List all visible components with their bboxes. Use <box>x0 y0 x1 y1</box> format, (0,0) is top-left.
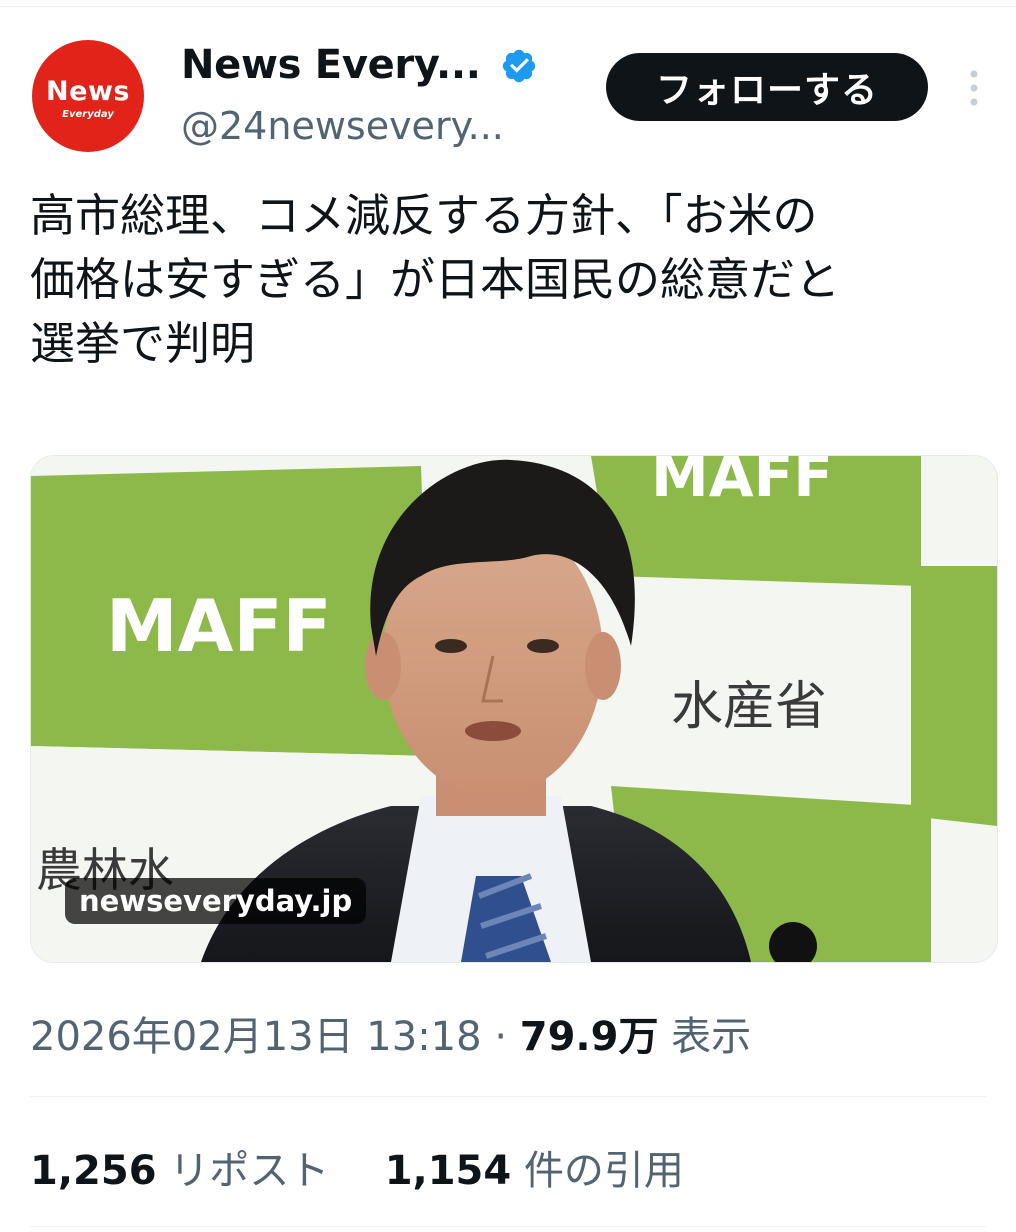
divider <box>30 1226 986 1227</box>
reposts-count: 1,256 <box>30 1148 157 1194</box>
media-image[interactable]: MAFF 水産省 農林水 MAFF newseveryday.jp <box>30 455 998 963</box>
more-options-icon[interactable] <box>962 66 986 110</box>
avatar-logo-subtext: Everyday <box>62 108 114 120</box>
author-avatar[interactable]: News Everyday <box>32 40 144 152</box>
meta-separator: · <box>494 1014 508 1060</box>
reposts-stat[interactable]: 1,256 リポスト <box>30 1148 342 1194</box>
follow-button[interactable]: フォローする <box>606 53 928 121</box>
author-handle[interactable]: @24newsevery... <box>181 104 504 148</box>
tweet-text-line: 高市総理、コメ減反する方針、「お米の <box>30 189 818 242</box>
top-divider <box>0 6 1016 7</box>
avatar-logo-text: News <box>46 75 130 107</box>
quotes-stat[interactable]: 1,154 件の引用 <box>385 1148 684 1194</box>
tweet-text-line: 価格は安すぎる」が日本国民の総意だと <box>30 253 841 306</box>
tweet-stats: 1,256 リポスト 1,154 件の引用 <box>30 1138 684 1196</box>
tweet-meta: 2026年02月13日 13:18 · 79.9万 表示 <box>30 1004 751 1062</box>
tweet-text-line: 選挙で判明 <box>30 317 256 370</box>
reposts-label: リポスト <box>169 1148 330 1194</box>
backdrop-ministry-fragment: 水産省 <box>671 677 827 737</box>
backdrop-logo-top: MAFF <box>651 456 833 510</box>
views-count: 79.9万 <box>519 1014 659 1060</box>
backdrop-logo: MAFF <box>106 584 332 668</box>
quotes-count: 1,154 <box>384 1148 512 1194</box>
tweet-timestamp[interactable]: 2026年02月13日 13:18 <box>30 1014 482 1060</box>
tweet-text: 高市総理、コメ減反する方針、「お米の 価格は安すぎる」が日本国民の総意だと 選挙… <box>30 184 1000 376</box>
author-display-name[interactable]: News Every... <box>181 42 481 88</box>
verified-badge-icon <box>502 49 536 83</box>
media-domain-chip[interactable]: newseveryday.jp <box>65 878 367 924</box>
divider <box>30 1096 986 1097</box>
views-label: 表示 <box>671 1014 752 1060</box>
quotes-label: 件の引用 <box>523 1148 684 1194</box>
